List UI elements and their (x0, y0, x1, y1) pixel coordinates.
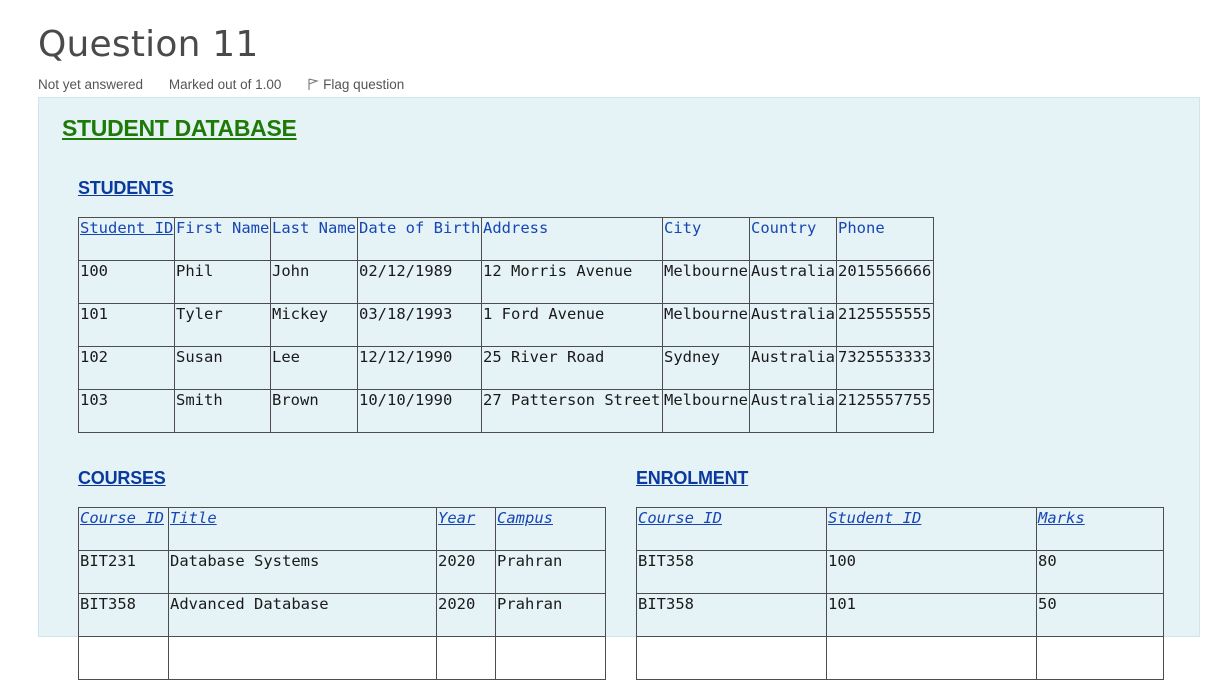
table-cell: 50 (1036, 593, 1164, 637)
database-title: STUDENT DATABASE (62, 115, 297, 141)
question-title: Question 11 (38, 24, 259, 65)
table-row (78, 636, 606, 680)
table-cell: 101 (78, 303, 175, 347)
table-cell: 12/12/1990 (357, 346, 482, 390)
table-row: BIT358 100 80 (636, 550, 1164, 594)
table-cell (78, 636, 169, 680)
header-cell: Last Name (270, 217, 358, 261)
header-cell: First Name (174, 217, 271, 261)
table-row: BIT231 Database Systems 2020 Prahran (78, 550, 606, 594)
table-row: BIT358 101 50 (636, 593, 1164, 637)
table-cell: 12 Morris Avenue (481, 260, 663, 304)
table-cell: 2020 (436, 593, 496, 637)
header-cell: Course ID (636, 507, 827, 551)
table-cell: Mickey (270, 303, 358, 347)
table-cell: John (270, 260, 358, 304)
table-cell: 101 (826, 593, 1037, 637)
table-cell: 03/18/1993 (357, 303, 482, 347)
header-cell: Course ID (78, 507, 169, 551)
table-cell: 100 (78, 260, 175, 304)
table-cell (826, 636, 1037, 680)
flag-outline-icon (308, 78, 320, 90)
header-cell: Student ID (826, 507, 1037, 551)
table-cell: Phil (174, 260, 271, 304)
table-cell: 10/10/1990 (357, 389, 482, 433)
table-cell: 102 (78, 346, 175, 390)
table-cell (436, 636, 496, 680)
table-cell (636, 636, 827, 680)
table-cell: BIT358 (78, 593, 169, 637)
table-cell: 2020 (436, 550, 496, 594)
table-cell: Australia (749, 389, 837, 433)
table-header-row: Course ID Student ID Marks (636, 507, 1164, 551)
flag-question-label: Flag question (323, 77, 405, 92)
students-table: Student ID First Name Last Name Date of … (78, 217, 934, 433)
table-row: 102 Susan Lee 12/12/1990 25 River Road S… (78, 346, 934, 390)
question-content: STUDENT DATABASE STUDENTS Student ID Fir… (38, 97, 1200, 680)
courses-table: Course ID Title Year Campus BIT231 Datab… (78, 507, 606, 680)
table-cell: 2015556666 (836, 260, 934, 304)
table-cell (168, 636, 437, 680)
flag-question-link[interactable]: Flag question (307, 77, 404, 92)
table-cell: BIT358 (636, 550, 827, 594)
table-row: BIT358 Advanced Database 2020 Prahran (78, 593, 606, 637)
table-row (636, 636, 1164, 680)
table-cell: 2125557755 (836, 389, 934, 433)
enrolment-section-title: ENROLMENT (636, 468, 749, 488)
question-info: Not yet answered Marked out of 1.00 Flag… (38, 77, 404, 92)
table-cell: Database Systems (168, 550, 437, 594)
table-cell: Smith (174, 389, 271, 433)
table-cell: Susan (174, 346, 271, 390)
header-cell: Date of Birth (357, 217, 482, 261)
table-cell: 1 Ford Avenue (481, 303, 663, 347)
header-cell: Title (168, 507, 437, 551)
courses-section-title: COURSES (78, 468, 166, 488)
table-header-row: Course ID Title Year Campus (78, 507, 606, 551)
enrolment-table: Course ID Student ID Marks BIT358 100 80… (636, 507, 1164, 680)
table-cell (495, 636, 606, 680)
table-cell: 100 (826, 550, 1037, 594)
table-cell: Australia (749, 346, 837, 390)
header-cell: Address (481, 217, 663, 261)
table-cell: Advanced Database (168, 593, 437, 637)
question-status: Not yet answered (38, 77, 144, 92)
table-cell: Lee (270, 346, 358, 390)
table-cell: BIT358 (636, 593, 827, 637)
table-row: 103 Smith Brown 10/10/1990 27 Patterson … (78, 389, 934, 433)
table-cell: 02/12/1989 (357, 260, 482, 304)
table-cell: Melbourne (662, 260, 750, 304)
table-cell: Melbourne (662, 389, 750, 433)
table-cell: Prahran (495, 550, 606, 594)
table-cell: Australia (749, 303, 837, 347)
table-cell: 2125555555 (836, 303, 934, 347)
header-cell: Year (436, 507, 496, 551)
header-cell: Country (749, 217, 837, 261)
table-cell: 25 River Road (481, 346, 663, 390)
table-row: 100 Phil John 02/12/1989 12 Morris Avenu… (78, 260, 934, 304)
table-cell: BIT231 (78, 550, 169, 594)
students-section-title: STUDENTS (78, 178, 174, 198)
table-cell: 80 (1036, 550, 1164, 594)
question-grade: Marked out of 1.00 (168, 77, 282, 92)
table-cell: Sydney (662, 346, 750, 390)
table-cell: 103 (78, 389, 175, 433)
header-cell: Marks (1036, 507, 1164, 551)
table-cell: Melbourne (662, 303, 750, 347)
table-cell: 7325553333 (836, 346, 934, 390)
header-cell: Phone (836, 217, 934, 261)
table-cell: Tyler (174, 303, 271, 347)
table-cell: Australia (749, 260, 837, 304)
table-cell: Prahran (495, 593, 606, 637)
table-header-row: Student ID First Name Last Name Date of … (78, 217, 934, 261)
header-cell: City (662, 217, 750, 261)
header-cell: Campus (495, 507, 606, 551)
table-row: 101 Tyler Mickey 03/18/1993 1 Ford Avenu… (78, 303, 934, 347)
table-cell: Brown (270, 389, 358, 433)
header-cell: Student ID (78, 217, 175, 261)
table-cell: 27 Patterson Street (481, 389, 663, 433)
table-cell (1036, 636, 1164, 680)
